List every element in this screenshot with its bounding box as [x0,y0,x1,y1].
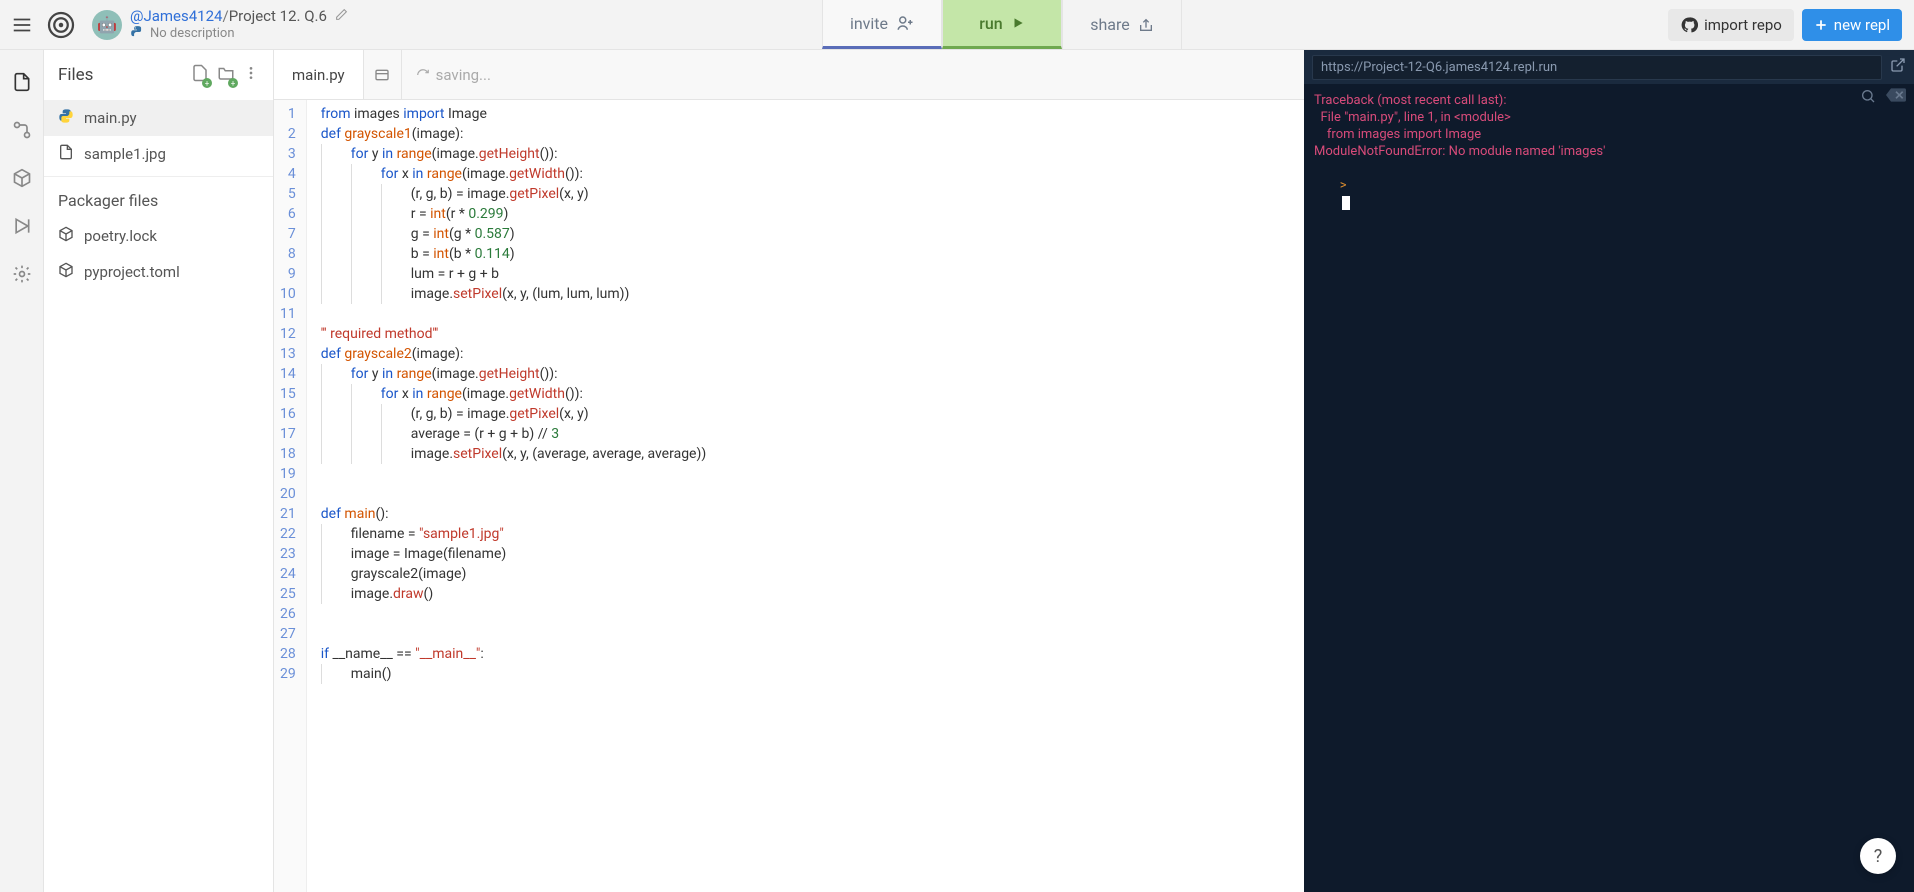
plus-icon [1814,18,1828,32]
file-item[interactable]: sample1.jpg [44,136,273,172]
sidebar-files-icon[interactable] [12,72,32,96]
file-icon [58,226,74,246]
import-repo-button[interactable]: import repo [1668,9,1794,41]
files-more-button[interactable] [243,65,259,85]
tab-label: main.py [292,66,345,84]
refresh-icon [416,68,430,82]
share-button[interactable]: share [1062,0,1182,49]
terminal-clear-icon[interactable] [1886,88,1906,109]
language-icon [130,25,144,43]
terminal-prompt: > [1340,178,1347,193]
person-plus-icon [896,14,914,32]
terminal-panel: Traceback (most recent call last): File … [1304,50,1914,892]
files-title: Files [58,65,183,85]
topbar: 🤖 @James4124 / Project 12. Q.6 No descri… [0,0,1914,50]
terminal-body[interactable]: Traceback (most recent call last): File … [1304,84,1914,892]
run-button[interactable]: run [942,0,1062,49]
username-link[interactable]: @James4124 [130,7,222,25]
file-list: main.py sample1.jpg [44,100,273,172]
help-button[interactable]: ? [1860,838,1896,874]
saving-label: saving... [436,66,491,84]
user-avatar[interactable]: 🤖 [92,10,122,40]
replit-logo-icon[interactable] [44,8,78,42]
file-name: main.py [84,109,137,127]
project-description: No description [150,26,235,41]
code-editor[interactable]: 1234567891011121314151617181920212223242… [274,100,1304,892]
saving-indicator: saving... [402,66,505,84]
edit-title-icon[interactable] [335,7,348,25]
file-icon [58,262,74,282]
new-folder-button[interactable]: + [217,64,235,86]
sidebar-packages-icon[interactable] [12,168,32,192]
file-icon [58,108,74,128]
open-external-icon[interactable] [1890,57,1906,77]
file-icon [58,144,74,164]
import-repo-label: import repo [1704,16,1782,34]
packager-item[interactable]: pyproject.toml [44,254,273,290]
play-icon [1011,16,1025,30]
files-header: Files + + [44,50,273,100]
file-item[interactable]: main.py [44,100,273,136]
invite-label: invite [850,14,888,33]
run-label: run [979,14,1002,33]
share-label: share [1090,15,1130,34]
share-icon [1138,17,1154,33]
terminal-output: Traceback (most recent call last): File … [1314,92,1904,160]
right-actions: import repo new repl [1656,9,1914,41]
terminal-url-bar [1304,50,1914,84]
project-name: Project 12. Q.6 [229,7,327,25]
terminal-cursor [1342,196,1350,210]
github-icon [1680,16,1698,34]
packager-list: poetry.lock pyproject.toml [44,218,273,290]
new-repl-label: new repl [1834,16,1890,34]
tab-layout-button[interactable] [364,50,402,99]
packager-header: Packager files [44,176,273,218]
new-repl-button[interactable]: new repl [1802,9,1902,41]
hamburger-menu[interactable] [0,14,44,36]
new-file-button[interactable]: + [191,64,209,86]
terminal-url-input[interactable] [1312,55,1882,80]
editor-tabs: main.py saving... [274,50,1304,100]
breadcrumb: @James4124 / Project 12. Q.6 No descript… [130,7,348,43]
sidebar-version-icon[interactable] [12,120,32,144]
line-gutter: 1234567891011121314151617181920212223242… [274,100,307,892]
packager-item[interactable]: poetry.lock [44,218,273,254]
file-name: pyproject.toml [84,263,180,281]
editor-panel: main.py saving... 1234567891011121314151… [274,50,1304,892]
files-panel: Files + + main.py sample1.jpg Packager fi… [44,50,274,892]
code-lines: from images import Imagedef grayscale1(i… [307,100,1304,892]
terminal-tools [1860,88,1906,109]
center-actions: invite run share [822,0,1182,49]
icon-sidebar [0,50,44,892]
help-label: ? [1874,846,1883,867]
file-name: sample1.jpg [84,145,166,163]
sidebar-settings-icon[interactable] [12,264,32,288]
tab-main[interactable]: main.py [274,50,364,99]
terminal-search-icon[interactable] [1860,88,1876,109]
sidebar-debugger-icon[interactable] [12,216,32,240]
invite-button[interactable]: invite [822,0,942,49]
file-name: poetry.lock [84,227,157,245]
main-area: Files + + main.py sample1.jpg Packager fi… [0,50,1914,892]
